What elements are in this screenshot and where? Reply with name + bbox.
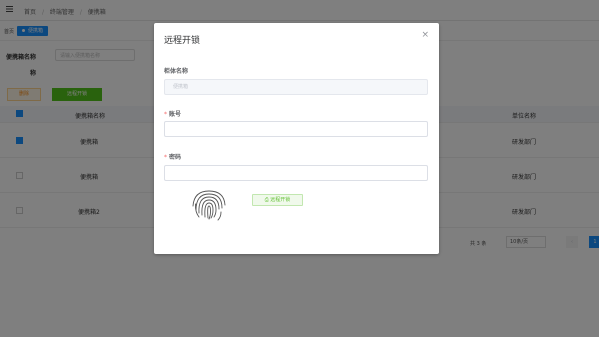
unlock-icon: ⎙ [264, 197, 269, 203]
close-icon[interactable]: × [421, 31, 429, 40]
password-label-text: 密码 [169, 154, 182, 161]
account-label-text: 账号 [169, 111, 182, 118]
dialog-title: 远程开锁 [164, 36, 201, 46]
password-label: * 密码 [164, 152, 181, 161]
fingerprint-icon[interactable] [190, 190, 228, 222]
account-label: * 账号 [164, 109, 181, 118]
required-mark: * [164, 111, 167, 118]
cabinet-name-field: 便携箱 [164, 79, 428, 95]
required-mark: * [164, 154, 167, 161]
cabinet-name-label: 柜体名称 [164, 68, 189, 75]
remote-unlock-confirm-button[interactable]: ⎙ 远程开锁 [252, 194, 303, 206]
password-field[interactable] [164, 165, 428, 181]
remote-unlock-dialog: 远程开锁 × 柜体名称 便携箱 * 账号 * 密码 ⎙ 远程开锁 [154, 23, 439, 254]
account-field[interactable] [164, 121, 428, 137]
remote-unlock-confirm-label: 远程开锁 [270, 197, 291, 203]
